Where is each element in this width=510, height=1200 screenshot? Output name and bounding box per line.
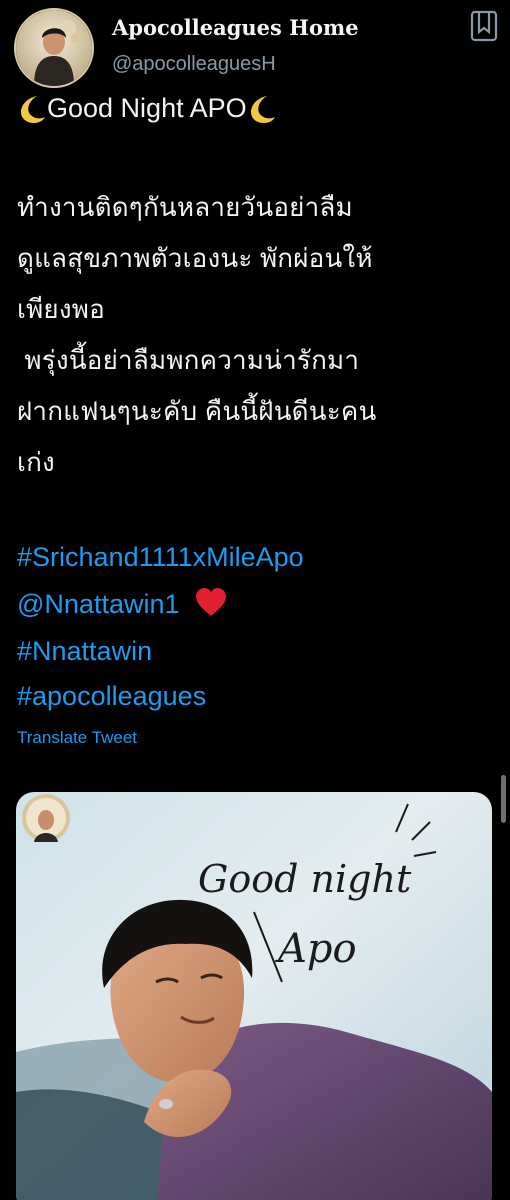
author-handle[interactable]: @apocolleaguesH [112,50,450,78]
tweet-body-line: เพียงพอ [17,294,105,324]
crescent-moon-icon [17,92,47,124]
mention-link[interactable]: @Nnattawin1 [17,589,180,619]
tweet-body-line: พรุ่งนี้อย่าลืมพกความน่ารักมา [17,345,360,375]
tweet-body-line: ดูแลสุขภาพตัวเองนะ พักผ่อนให้ [17,243,373,273]
scrollbar-thumb[interactable] [501,775,506,823]
hashtag-link[interactable]: #Nnattawin [17,627,152,675]
tweet-title-text: Good Night APO [47,93,247,123]
tweet-title-line: Good Night APO [17,84,505,132]
tweet-media-image[interactable]: Good night Apo [16,792,492,1200]
translate-tweet-link[interactable]: Translate Tweet [17,728,137,748]
red-heart-icon [194,584,228,616]
hashtag-link[interactable]: #Srichand1111xMileApo [17,533,304,581]
mention-row: @Nnattawin1 [17,580,228,628]
crescent-moon-icon [247,92,277,124]
author-display-name[interactable]: Apocolleagues Home [112,14,450,42]
hashtag-link[interactable]: #apocolleagues [17,672,206,720]
tweet-body-line: เก่ง [17,447,55,477]
media-script-line-2: Apo [274,926,357,972]
more-options-icon[interactable] [468,10,502,50]
tweet-body-line: ฝากแฟนๆนะคับ คืนนี้ฝันดีนะคน [17,396,377,426]
author-avatar[interactable] [14,8,94,88]
tweet-body-line: ทำงานติดๆกันหลายวันอย่าลืม [17,192,353,222]
media-script-line-1: Good night [198,857,412,901]
